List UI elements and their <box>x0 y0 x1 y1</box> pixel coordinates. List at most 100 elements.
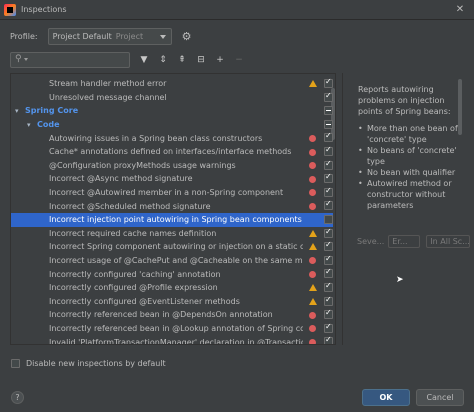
profile-select[interactable]: Project Default Project <box>47 27 172 45</box>
inspection-enabled-checkbox[interactable] <box>324 119 333 129</box>
inspection-enabled-checkbox[interactable] <box>324 335 333 344</box>
tree-row-label: Incorrect required cache names definitio… <box>49 228 217 238</box>
inspection-toolbar: ▼ ⇕ ⇞ ⊟ + − <box>136 52 250 68</box>
inspection-enabled-checkbox[interactable] <box>324 106 333 116</box>
checkbox-box[interactable] <box>11 359 20 368</box>
tree-row[interactable]: Incorrectly configured 'caching' annotat… <box>11 267 333 281</box>
profile-name: Project Default <box>52 31 112 41</box>
inspection-enabled-checkbox[interactable] <box>324 281 333 292</box>
error-icon <box>309 134 316 142</box>
tree-row[interactable]: Incorrect @Scheduled method signature <box>11 199 333 213</box>
add-icon[interactable]: + <box>212 52 228 68</box>
tree-row[interactable]: Unresolved message channel <box>11 91 333 105</box>
severity-row: Seve... Er... In All Sc... <box>357 235 471 248</box>
tree-row-label: @Configuration proxyMethods usage warnin… <box>49 160 236 170</box>
tree-row[interactable]: Incorrect @Async method signature <box>11 172 333 186</box>
inspection-enabled-checkbox[interactable] <box>324 227 333 238</box>
close-icon[interactable]: ✕ <box>452 2 468 18</box>
tree-row-label: Incorrect Spring component autowiring or… <box>49 242 303 252</box>
description-scrollbar[interactable] <box>458 79 462 135</box>
tree-row-label: Autowiring issues in a Spring bean class… <box>49 133 263 143</box>
window-title: Inspections <box>21 5 67 14</box>
tree-row-label: Cache* annotations defined on interfaces… <box>49 147 292 157</box>
tree-row[interactable]: Incorrect @Autowired member in a non-Spr… <box>11 186 333 200</box>
search-icon: ⚲ <box>15 54 22 64</box>
mouse-cursor-icon: ➤ <box>396 275 404 285</box>
scope-select[interactable]: In All Sc... <box>426 235 471 248</box>
tree-row-label: Unresolved message channel <box>49 92 167 102</box>
tree-group-row[interactable]: ▾ Code <box>11 118 333 132</box>
tree-row[interactable]: Stream handler method error <box>11 77 333 91</box>
search-input[interactable]: ⚲ <box>10 52 130 68</box>
tree-row[interactable]: Invalid 'PlatformTransactionManager' dec… <box>11 335 333 345</box>
tree-row[interactable]: Incorrectly configured @Profile expressi… <box>11 281 333 295</box>
description-bullet: More than one bean of 'concrete' type <box>358 123 463 145</box>
inspection-enabled-checkbox[interactable] <box>324 308 333 320</box>
inspection-enabled-checkbox[interactable] <box>324 186 333 197</box>
inspection-enabled-checkbox[interactable] <box>324 77 333 88</box>
inspection-enabled-checkbox[interactable] <box>324 131 333 143</box>
tree-group-row[interactable]: ▾ Spring Core <box>11 104 333 118</box>
inspection-enabled-checkbox[interactable] <box>324 159 333 170</box>
tree-row-label: Invalid 'PlatformTransactionManager' dec… <box>49 337 303 345</box>
reset-icon[interactable]: ⊟ <box>193 52 209 68</box>
expand-chevron-icon[interactable]: ▾ <box>27 121 35 129</box>
error-icon <box>309 202 316 210</box>
tree-row[interactable]: @Configuration proxyMethods usage warnin… <box>11 159 333 173</box>
description-bullets: More than one bean of 'concrete' type No… <box>358 123 463 211</box>
description-intro: Reports autowiring problems on injection… <box>358 85 451 116</box>
inspection-enabled-checkbox[interactable] <box>324 172 333 184</box>
inspection-tree[interactable]: Stream handler method error Unresolved me… <box>10 73 336 345</box>
filter-icon[interactable]: ▼ <box>136 52 152 68</box>
tree-row-label: Incorrect usage of @CachePut and @Cachea… <box>49 256 303 266</box>
inspection-enabled-checkbox[interactable] <box>324 240 333 252</box>
tree-row-label: Incorrectly referenced bean in @DependsO… <box>49 310 273 320</box>
intellij-logo-icon <box>4 3 16 16</box>
tree-row[interactable]: Incorrect injection point autowiring in … <box>11 213 333 227</box>
inspection-enabled-checkbox[interactable] <box>324 267 333 279</box>
inspection-enabled-checkbox[interactable] <box>324 295 333 306</box>
title-bar: Inspections ✕ <box>0 0 474 20</box>
inspection-enabled-checkbox[interactable] <box>324 145 333 156</box>
remove-icon[interactable]: − <box>231 52 247 68</box>
expand-chevron-icon[interactable]: ▾ <box>15 107 23 115</box>
tree-row-label: Incorrect @Async method signature <box>49 174 193 184</box>
tree-row-label: Code <box>37 120 60 130</box>
gear-icon[interactable]: ⚙ <box>182 30 192 43</box>
tree-row[interactable]: Incorrectly referenced bean in @DependsO… <box>11 308 333 322</box>
error-icon <box>309 148 316 156</box>
tree-row[interactable]: Incorrect Spring component autowiring or… <box>11 240 333 254</box>
inspection-enabled-checkbox[interactable] <box>324 199 333 211</box>
inspection-enabled-checkbox[interactable] <box>324 322 333 333</box>
tree-row-label: Stream handler method error <box>49 79 167 89</box>
expand-all-icon[interactable]: ⇕ <box>155 52 171 68</box>
tree-row[interactable]: Incorrect usage of @CachePut and @Cachea… <box>11 254 333 268</box>
inspection-enabled-checkbox[interactable] <box>324 91 333 102</box>
collapse-all-icon[interactable]: ⇞ <box>174 52 190 68</box>
description-text: Reports autowiring problems on injection… <box>358 84 463 211</box>
error-icon <box>309 175 316 183</box>
error-icon <box>309 311 316 319</box>
tree-row[interactable]: Autowiring issues in a Spring bean class… <box>11 131 333 145</box>
tree-row-label: Spring Core <box>25 106 79 116</box>
error-icon <box>309 270 316 278</box>
tree-row[interactable]: Incorrectly referenced bean in @Lookup a… <box>11 322 333 336</box>
severity-select[interactable]: Er... <box>388 235 421 248</box>
tree-row[interactable]: Incorrect required cache names definitio… <box>11 227 333 241</box>
chevron-down-icon <box>159 34 166 39</box>
error-icon <box>309 257 316 265</box>
severity-label: Seve... <box>357 237 385 246</box>
tree-row[interactable]: Cache* annotations defined on interfaces… <box>11 145 333 159</box>
tree-row-label: Incorrect @Scheduled method signature <box>49 201 211 211</box>
tree-row[interactable]: Incorrectly configured @EventListener me… <box>11 295 333 309</box>
tree-row-label: Incorrect injection point autowiring in … <box>49 215 302 225</box>
disable-new-inspections-checkbox[interactable]: Disable new inspections by default <box>11 359 166 368</box>
search-history-dropdown-icon[interactable] <box>24 58 28 61</box>
warning-icon <box>309 243 317 251</box>
inspection-enabled-checkbox[interactable] <box>324 254 333 265</box>
ok-button[interactable]: OK <box>362 389 410 406</box>
cancel-button[interactable]: Cancel <box>416 389 464 406</box>
inspection-enabled-checkbox[interactable] <box>324 215 333 224</box>
disable-new-inspections-label: Disable new inspections by default <box>26 359 166 368</box>
help-button[interactable]: ? <box>11 391 24 404</box>
